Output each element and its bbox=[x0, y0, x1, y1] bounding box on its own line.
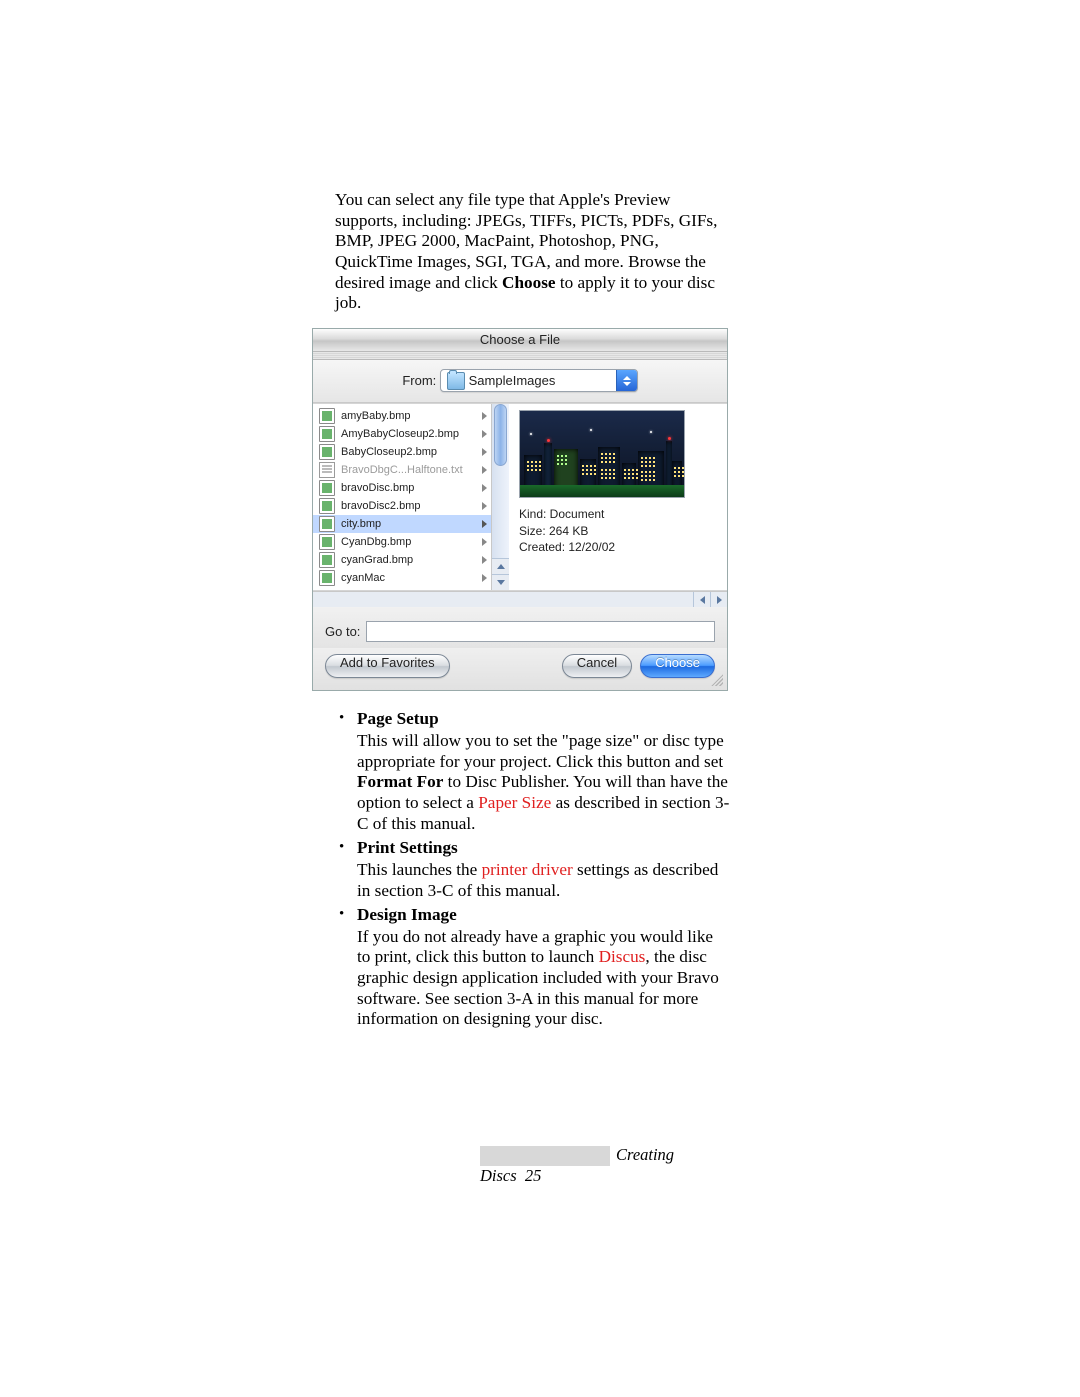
text-file-icon bbox=[319, 462, 335, 478]
file-name: BabyCloseup2.bmp bbox=[341, 446, 437, 459]
image-file-icon bbox=[319, 498, 335, 514]
disclosure-caret-icon bbox=[482, 484, 487, 492]
section-heading: Print Settings bbox=[357, 838, 730, 859]
disclosure-caret-icon bbox=[482, 574, 487, 582]
choose-button[interactable]: Choose bbox=[640, 654, 715, 678]
file-name: amyBaby.bmp bbox=[341, 410, 411, 423]
preview-size: Size: 264 KB bbox=[519, 523, 717, 539]
folder-popup[interactable]: SampleImages bbox=[440, 369, 638, 392]
from-row: From: SampleImages bbox=[313, 360, 727, 403]
link-text[interactable]: Paper Size bbox=[478, 793, 551, 812]
hscroll-right-icon[interactable] bbox=[710, 592, 727, 607]
dialog-titlebar: Choose a File bbox=[313, 329, 727, 353]
scrollbar-thumb[interactable] bbox=[494, 404, 507, 466]
body-text: This launches the bbox=[357, 860, 482, 879]
section-heading: Design Image bbox=[357, 905, 730, 926]
disclosure-caret-icon bbox=[482, 412, 487, 420]
image-file-icon bbox=[319, 408, 335, 424]
body-text: This will allow you to set the "page siz… bbox=[357, 731, 724, 771]
scrollbar-up-icon[interactable] bbox=[492, 558, 509, 574]
file-browser: amyBaby.bmp AmyBabyCloseup2.bmp BabyCloseu… bbox=[313, 403, 727, 591]
link-text[interactable]: Discus bbox=[599, 947, 646, 966]
horizontal-scrollbar[interactable] bbox=[313, 591, 727, 607]
popup-arrows-icon bbox=[616, 370, 637, 391]
choose-file-dialog: Choose a File From: SampleImages amyBaby… bbox=[312, 328, 728, 692]
footer-bar bbox=[480, 1146, 610, 1166]
file-row[interactable]: cyanMac bbox=[313, 569, 491, 587]
image-file-icon bbox=[319, 552, 335, 568]
disclosure-caret-icon bbox=[482, 538, 487, 546]
image-file-icon bbox=[319, 480, 335, 496]
dialog-pinstripe bbox=[313, 352, 727, 360]
section-item: Page SetupThis will allow you to set the… bbox=[335, 709, 730, 834]
file-row[interactable]: BabyCloseup2.bmp bbox=[313, 443, 491, 461]
file-row[interactable]: BravoDbgC...Halftone.txt bbox=[313, 461, 491, 479]
goto-input[interactable] bbox=[366, 621, 715, 642]
folder-icon bbox=[447, 372, 465, 390]
file-name: cyanGrad.bmp bbox=[341, 554, 413, 567]
preview-image bbox=[519, 410, 685, 498]
page-footer: Creating Discs 25 bbox=[480, 1145, 730, 1186]
image-file-icon bbox=[319, 516, 335, 532]
dialog-button-row: Add to Favorites Cancel Choose bbox=[313, 648, 727, 690]
bold-text: Format For bbox=[357, 772, 443, 791]
dialog-title: Choose a File bbox=[480, 332, 560, 347]
from-label: From: bbox=[402, 373, 436, 389]
section-body: If you do not already have a graphic you… bbox=[357, 927, 730, 1030]
image-file-icon bbox=[319, 444, 335, 460]
resize-grip-icon[interactable] bbox=[711, 674, 723, 686]
file-name: CyanDbg.bmp bbox=[341, 536, 411, 549]
file-name: AmyBabyCloseup2.bmp bbox=[341, 428, 459, 441]
file-name: BravoDbgC...Halftone.txt bbox=[341, 464, 463, 477]
file-row[interactable]: AmyBabyCloseup2.bmp bbox=[313, 425, 491, 443]
footer-page-number: 25 bbox=[525, 1166, 542, 1185]
add-to-favorites-button[interactable]: Add to Favorites bbox=[325, 654, 450, 678]
disclosure-caret-icon bbox=[482, 502, 487, 510]
hscroll-left-icon[interactable] bbox=[693, 592, 710, 607]
section-body: This launches the printer driver setting… bbox=[357, 860, 730, 901]
file-row[interactable]: bravoDisc2.bmp bbox=[313, 497, 491, 515]
file-name: bravoDisc.bmp bbox=[341, 482, 414, 495]
scrollbar-down-icon[interactable] bbox=[492, 574, 509, 590]
file-row[interactable]: bravoDisc.bmp bbox=[313, 479, 491, 497]
image-file-icon bbox=[319, 426, 335, 442]
file-row[interactable]: city.bmp bbox=[313, 515, 491, 533]
disclosure-caret-icon bbox=[482, 466, 487, 474]
file-list-column[interactable]: amyBaby.bmp AmyBabyCloseup2.bmp BabyCloseu… bbox=[313, 404, 492, 590]
preview-kind: Kind: Document bbox=[519, 506, 717, 522]
file-name: bravoDisc2.bmp bbox=[341, 500, 420, 513]
link-text[interactable]: printer driver bbox=[482, 860, 573, 879]
file-list-scrollbar[interactable] bbox=[492, 404, 509, 590]
file-row[interactable]: amyBaby.bmp bbox=[313, 407, 491, 425]
disclosure-caret-icon bbox=[482, 556, 487, 564]
intro-paragraph: You can select any file type that Apple'… bbox=[335, 190, 730, 314]
file-row[interactable]: CyanDbg.bmp bbox=[313, 533, 491, 551]
section-body: This will allow you to set the "page siz… bbox=[357, 731, 730, 834]
preview-column: Kind: Document Size: 264 KB Created: 12/… bbox=[509, 404, 727, 590]
goto-label: Go to: bbox=[325, 624, 360, 640]
cancel-button[interactable]: Cancel bbox=[562, 654, 632, 678]
file-name: cyanMac bbox=[341, 572, 385, 585]
disclosure-caret-icon bbox=[482, 448, 487, 456]
disclosure-caret-icon bbox=[482, 430, 487, 438]
section-item: Print SettingsThis launches the printer … bbox=[335, 838, 730, 901]
file-row[interactable]: cyanGrad.bmp bbox=[313, 551, 491, 569]
preview-created: Created: 12/20/02 bbox=[519, 539, 717, 555]
goto-row: Go to: bbox=[313, 607, 727, 648]
intro-bold-choose: Choose bbox=[502, 273, 555, 292]
image-file-icon bbox=[319, 570, 335, 586]
section-item: Design ImageIf you do not already have a… bbox=[335, 905, 730, 1030]
sections-list: Page SetupThis will allow you to set the… bbox=[335, 709, 730, 1030]
file-name: city.bmp bbox=[341, 518, 381, 531]
disclosure-caret-icon bbox=[482, 520, 487, 528]
image-file-icon bbox=[319, 534, 335, 550]
section-heading: Page Setup bbox=[357, 709, 730, 730]
folder-popup-value: SampleImages bbox=[469, 373, 556, 389]
